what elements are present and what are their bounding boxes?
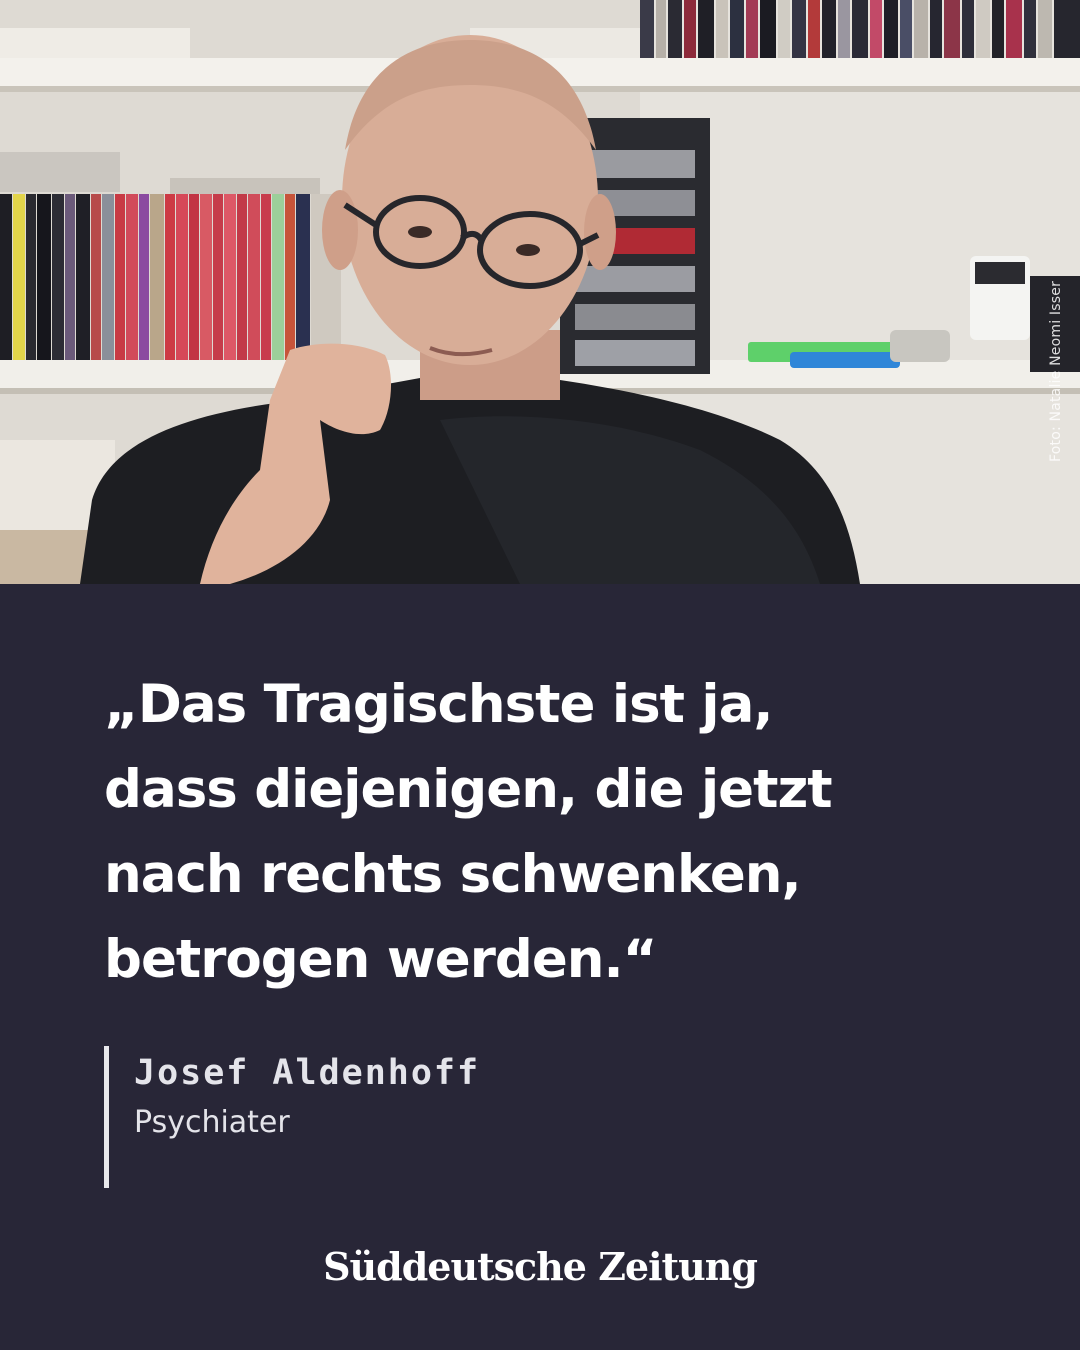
speaker-name: Josef Aldenhoff	[134, 1053, 481, 1093]
photo-credit: Foto: Natalie Neomi Isser	[1048, 280, 1064, 462]
portrait-photo-illustration	[0, 0, 1080, 584]
quote-line: nach rechts schwenken,	[104, 844, 802, 905]
quote-card: Foto: Natalie Neomi Isser „Das Tragischs…	[0, 0, 1080, 1350]
speaker-role: Psychiater	[134, 1105, 290, 1140]
quote-text: „Das Tragischste ist ja, dass diejenigen…	[104, 662, 1004, 1002]
quote-line: betrogen werden.“	[104, 929, 657, 990]
portrait-photo: Foto: Natalie Neomi Isser	[0, 0, 1080, 584]
quote-line: „Das Tragischste ist ja,	[104, 674, 773, 735]
attribution-block: Josef Aldenhoff Psychiater	[104, 1046, 480, 1188]
sz-logo: Süddeutsche Zeitung	[323, 1244, 758, 1289]
quote-line: dass diejenigen, die jetzt	[104, 759, 833, 820]
